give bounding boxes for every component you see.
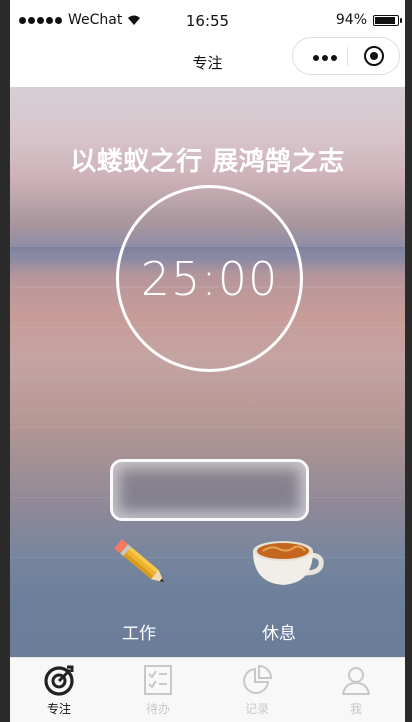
battery-percent: 94% [335,12,367,28]
pencil-icon[interactable] [108,533,174,593]
battery-fill [375,16,395,24]
tab-label: 记录 [244,702,269,716]
more-options-icon[interactable] [313,55,337,61]
tab-me[interactable]: 我 [307,658,405,722]
close-mini-program-icon[interactable] [364,46,384,66]
tab-todo[interactable]: 待办 [109,658,207,722]
battery-icon [373,14,402,26]
mode-work-label[interactable]: 工作 [122,619,156,644]
tab-label: 我 [349,702,362,716]
coffee-cup-icon[interactable] [245,535,325,589]
timer-display: 25:00 [140,251,279,306]
tab-label: 待办 [145,702,170,716]
todo-list-icon [144,665,172,695]
window-frame-right [405,0,412,722]
navigation-bar: 专注 [10,37,405,87]
motto-heading: 以蝼蚁之行 展鸿鹄之志 [70,147,345,177]
status-bar: WeChat 16:55 94% [10,0,405,42]
focus-main-area: 以蝼蚁之行 展鸿鹄之志 25:00 工作 休息 [10,87,405,657]
focus-target-icon [44,665,74,696]
tab-records[interactable]: 记录 [208,658,306,722]
user-icon [341,667,371,695]
pie-chart-icon [243,664,273,694]
phone-screen: WeChat 16:55 94% 专注 以蝼蚁之行 展鸿鹄之志 25:00 工作… [10,0,405,722]
mini-program-capsule [292,37,400,75]
timer-circle[interactable]: 25:00 [116,185,303,372]
tab-bar: 专注 待办 记录 我 [10,657,405,722]
window-frame-left [0,0,10,722]
capsule-divider [347,47,348,66]
mode-rest-label[interactable]: 休息 [262,619,296,644]
task-input-box[interactable] [110,459,309,521]
tab-label: 专注 [46,702,71,716]
battery-status: 94% [335,12,402,28]
tab-focus[interactable]: 专注 [10,658,108,722]
